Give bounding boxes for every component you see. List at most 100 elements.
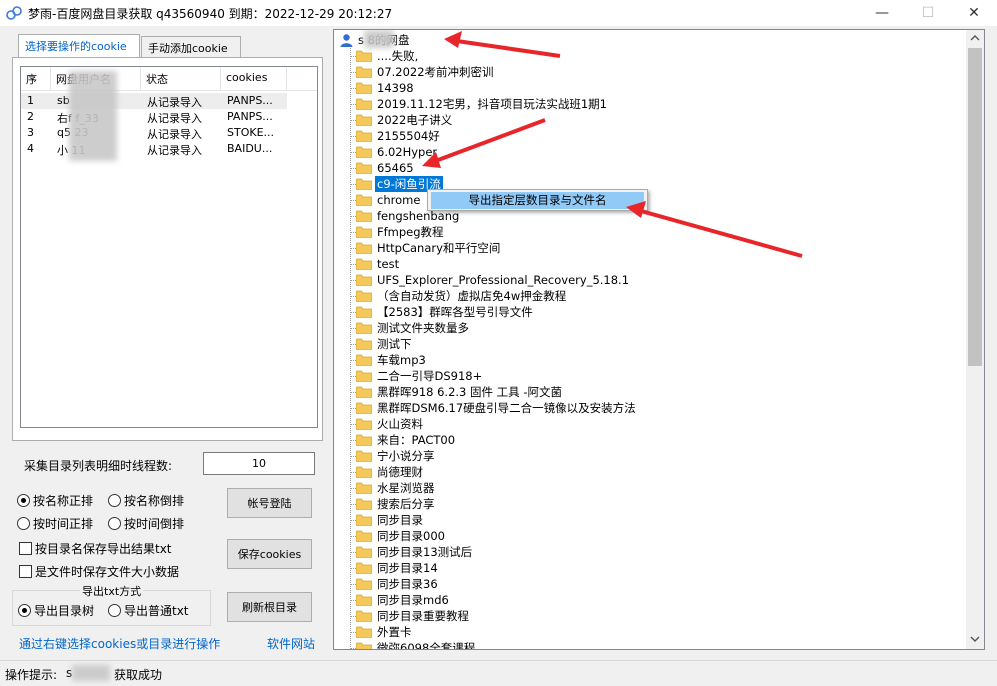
threads-input[interactable]: 10 xyxy=(203,452,315,475)
tree-item-label: HttpCanary和平行空间 xyxy=(377,241,501,255)
radio-export-tree[interactable]: 导出目录树 xyxy=(18,602,94,619)
folder-icon xyxy=(356,322,372,334)
tree-item-label: 2022电子讲义 xyxy=(377,113,453,127)
folder-icon xyxy=(356,530,372,542)
tree-item-label: 2019.11.12宅男，抖音项目玩法实战班1期1 xyxy=(377,97,607,111)
scrollbar-thumb[interactable] xyxy=(968,48,982,366)
tree-item-label: 测试文件夹数量多 xyxy=(377,321,469,335)
radio-sort-name-desc[interactable]: 按名称倒排 xyxy=(108,492,184,509)
folder-icon xyxy=(356,514,372,526)
folder-icon xyxy=(356,306,372,318)
hint-link[interactable]: 通过右键选择cookies或目录进行操作 xyxy=(19,635,220,652)
menu-item-export-levels[interactable]: 导出指定层数目录与文件名 xyxy=(431,192,644,209)
cookie-list[interactable]: 序 网盘用户名 状态 cookies 1 sb 从记录导入 PANPS... 2… xyxy=(20,66,318,428)
folder-icon xyxy=(356,130,372,142)
table-row[interactable]: 1 sb 从记录导入 PANPS... xyxy=(21,93,287,109)
folder-icon xyxy=(356,450,372,462)
cookie-list-header: 序 网盘用户名 状态 cookies xyxy=(21,67,317,91)
folder-icon xyxy=(356,434,372,446)
tree-item-label: 火山资料 xyxy=(377,417,423,431)
export-group-label: 导出txt方式 xyxy=(80,583,144,599)
radio-sort-name-asc[interactable]: 按名称正排 xyxy=(17,492,93,509)
folder-icon xyxy=(356,354,372,366)
table-row[interactable]: 4 小 11 从记录导入 BAIDU... xyxy=(21,141,287,157)
tree-item-label: 07.2022考前冲刺密训 xyxy=(377,65,494,79)
directory-tree[interactable]: s 8的网盘 ....失败,07.2022考前冲刺密训143982019.11.… xyxy=(333,29,985,650)
column-header-cookies[interactable]: cookies xyxy=(221,67,287,91)
radio-icon xyxy=(17,494,30,507)
tree-item-label: 来自：PACT00 xyxy=(377,433,456,447)
radio-sort-time-asc[interactable]: 按时间正排 xyxy=(17,515,93,532)
folder-icon xyxy=(356,290,372,302)
folder-icon xyxy=(356,546,372,558)
tab-select-cookie[interactable]: 选择要操作的cookie xyxy=(18,34,140,58)
tree-item-label: 二合一引导DS918+ xyxy=(377,369,483,383)
folder-icon xyxy=(356,626,372,638)
tree-guide-line xyxy=(350,48,351,649)
folder-icon xyxy=(356,482,372,494)
scroll-up-icon[interactable] xyxy=(970,34,980,42)
minimize-button[interactable]: — xyxy=(859,0,905,26)
folder-icon xyxy=(356,178,372,190)
tree-item-label: ....失败, xyxy=(377,49,419,63)
refresh-root-button[interactable]: 刷新根目录 xyxy=(227,592,312,622)
context-menu: 导出指定层数目录与文件名 xyxy=(427,189,648,211)
folder-icon xyxy=(356,594,372,606)
tree-item-label: 宁小说分享 xyxy=(377,449,435,463)
software-site-link[interactable]: 软件网站 xyxy=(267,635,315,652)
tree-item-label: 水星浏览器 xyxy=(377,481,435,495)
tree-item-label: Ffmpeg教程 xyxy=(377,225,444,239)
tree-item-label: 【2583】群晖各型号引导文件 xyxy=(377,305,533,319)
tree-item-label: 微弥6098全套课程 xyxy=(377,641,476,650)
folder-icon xyxy=(356,258,372,270)
column-header-status[interactable]: 状态 xyxy=(141,67,221,91)
scroll-down-icon[interactable] xyxy=(970,635,980,643)
folder-icon xyxy=(356,194,372,206)
folder-icon xyxy=(356,370,372,382)
tree-item-label: 搜索后分享 xyxy=(377,497,435,511)
redaction-blur xyxy=(69,71,117,161)
tab-add-cookie[interactable]: 手动添加cookie xyxy=(141,36,241,57)
save-cookies-button[interactable]: 保存cookies xyxy=(227,539,312,569)
folder-icon xyxy=(356,418,372,430)
folder-icon xyxy=(356,98,372,110)
tree-item-label: （含自动发货）虚拟店免4w押金教程 xyxy=(377,289,567,303)
folder-icon xyxy=(356,82,372,94)
folder-icon xyxy=(356,402,372,414)
radio-icon xyxy=(108,604,121,617)
tree-item-label: 同步目录14 xyxy=(377,561,438,575)
table-row[interactable]: 3 q5 23 从记录导入 STOKE... xyxy=(21,125,287,141)
folder-icon xyxy=(356,226,372,238)
radio-export-plain[interactable]: 导出普通txt xyxy=(108,602,189,619)
redaction-blur xyxy=(364,30,394,48)
folder-icon xyxy=(356,498,372,510)
folder-icon xyxy=(356,386,372,398)
login-button[interactable]: 帐号登陆 xyxy=(227,488,312,518)
radio-icon xyxy=(108,517,121,530)
checkbox-save-file-size[interactable]: 是文件时保存文件大小数据 xyxy=(19,563,179,580)
tree-item-label: 同步目录md6 xyxy=(377,593,449,607)
tree-item-label: 黑群晖918 6.2.3 固件 工具 -阿文菌 xyxy=(377,385,562,399)
tree-item-label: 14398 xyxy=(377,81,414,95)
tree-item-label: UFS_Explorer_Professional_Recovery_5.18.… xyxy=(377,273,630,287)
folder-icon xyxy=(356,642,372,649)
close-button[interactable]: ✕ xyxy=(951,0,997,26)
folder-icon xyxy=(356,466,372,478)
tree-item-label: test xyxy=(377,257,400,271)
folder-icon xyxy=(356,114,372,126)
checkbox-icon xyxy=(19,565,32,578)
folder-icon xyxy=(356,610,372,622)
folder-icon xyxy=(356,50,372,62)
maximize-button[interactable]: ☐ xyxy=(905,0,951,26)
folder-icon xyxy=(356,578,372,590)
window-title: 梦雨-百度网盘目录获取 q43560940 到期：2022-12-29 20:1… xyxy=(28,7,393,21)
tree-item-label: 尚德理财 xyxy=(377,465,423,479)
column-header-index[interactable]: 序 xyxy=(21,67,51,91)
user-icon xyxy=(340,34,353,47)
tree-item-label: chrome xyxy=(377,193,421,207)
radio-sort-time-desc[interactable]: 按时间倒排 xyxy=(108,515,184,532)
folder-icon xyxy=(356,66,372,78)
table-row[interactable]: 2 右f f_33 从记录导入 PANPS... xyxy=(21,109,287,125)
redaction-blur xyxy=(72,665,110,681)
checkbox-save-by-dir[interactable]: 按目录名保存导出结果txt xyxy=(19,540,172,557)
